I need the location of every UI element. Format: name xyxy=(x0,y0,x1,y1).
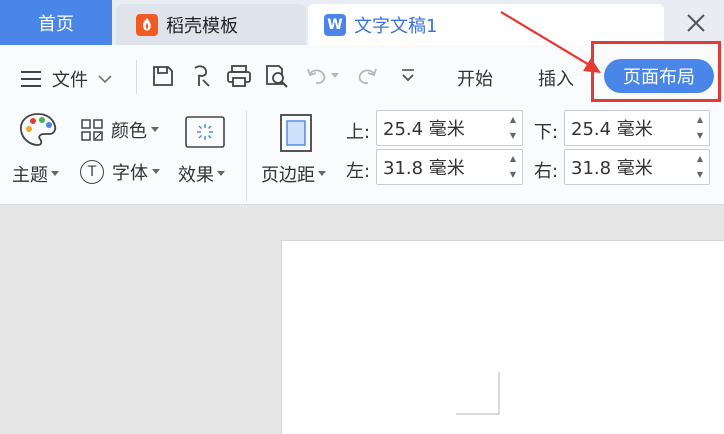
right-margin-label: 右: xyxy=(534,161,559,182)
export-icon xyxy=(194,65,210,87)
font-circle-icon: T xyxy=(80,160,104,184)
page-margin-icon xyxy=(280,114,312,152)
margin-dropdown[interactable]: 页边距 xyxy=(261,161,326,187)
undo-icon xyxy=(307,68,326,85)
caret-down-icon xyxy=(318,171,326,176)
spin-up-icon[interactable]: ▲ xyxy=(697,154,703,164)
tab-document[interactable]: W 文字文稿1 xyxy=(308,4,664,45)
top-margin-input[interactable]: 25.4 毫米 ▲ ▼ xyxy=(376,110,523,146)
save-icon xyxy=(153,66,173,86)
undo-button[interactable] xyxy=(306,65,339,87)
caret-down-icon xyxy=(51,171,59,176)
close-icon xyxy=(687,14,705,32)
effect-label: 效果 xyxy=(178,165,214,186)
effect-dropdown[interactable]: 效果 xyxy=(178,161,225,187)
bottom-margin-label: 下: xyxy=(534,122,559,143)
output-pdf-button[interactable] xyxy=(189,64,215,92)
tab-template-label: 稻壳模板 xyxy=(166,15,238,37)
file-menu-button[interactable]: 文件 xyxy=(20,66,112,92)
theme-dropdown[interactable]: 主题 xyxy=(12,161,59,187)
left-margin-input[interactable]: 31.8 毫米 ▲ ▼ xyxy=(376,149,523,185)
tab-home[interactable]: 首页 xyxy=(0,0,112,45)
top-margin-label: 上: xyxy=(346,122,371,143)
color-grid-icon xyxy=(81,119,103,141)
bottom-margin-value: 25.4 毫米 xyxy=(571,119,653,140)
redo-icon xyxy=(358,68,377,85)
top-margin-value: 25.4 毫米 xyxy=(383,119,465,140)
font-scheme-button[interactable]: T 字体 xyxy=(80,159,160,185)
undo-dropdown-icon xyxy=(331,73,339,78)
margin-corner-mark xyxy=(456,372,500,415)
margin-button[interactable] xyxy=(279,113,313,157)
color-label: 颜色 xyxy=(111,121,147,142)
spin-down-icon[interactable]: ▼ xyxy=(510,131,516,141)
left-margin-label: 左: xyxy=(346,161,371,182)
effect-sparkle-icon xyxy=(185,116,225,148)
writer-doc-icon: W xyxy=(324,13,346,36)
caret-down-icon xyxy=(217,171,225,176)
left-margin-value: 31.8 毫米 xyxy=(383,158,465,179)
spin-up-icon[interactable]: ▲ xyxy=(697,115,703,125)
menu-icon xyxy=(21,71,41,87)
color-button[interactable]: 颜色 xyxy=(81,117,159,143)
print-preview-button[interactable] xyxy=(264,64,290,92)
spin-up-icon[interactable]: ▲ xyxy=(510,115,516,125)
ribbon-separator xyxy=(246,110,247,202)
tab-document-label: 文字文稿1 xyxy=(354,15,438,37)
chevron-down-icon xyxy=(402,69,414,82)
redo-button[interactable] xyxy=(356,65,378,91)
close-button[interactable] xyxy=(681,8,711,38)
right-margin-input[interactable]: 31.8 毫米 ▲ ▼ xyxy=(564,149,710,185)
margin-label: 页边距 xyxy=(261,165,315,186)
tab-template[interactable]: 稻壳模板 xyxy=(116,4,306,45)
tab-home-label: 首页 xyxy=(38,13,74,35)
print-preview-icon xyxy=(266,65,288,88)
document-page[interactable] xyxy=(281,240,724,434)
right-margin-value: 31.8 毫米 xyxy=(571,158,653,179)
bottom-margin-input[interactable]: 25.4 毫米 ▲ ▼ xyxy=(564,110,710,146)
caret-down-icon xyxy=(152,169,160,174)
caret-down-icon xyxy=(151,127,159,132)
top-margin-spinner[interactable]: ▲ ▼ xyxy=(508,115,518,141)
customize-toolbar-button[interactable] xyxy=(400,68,416,88)
toolbar-separator xyxy=(136,60,137,94)
file-menu-label: 文件 xyxy=(52,70,88,91)
theme-label: 主题 xyxy=(12,165,48,186)
tab-start[interactable]: 开始 xyxy=(457,65,493,91)
tab-page-layout[interactable]: 页面布局 xyxy=(604,59,714,93)
chevron-down-icon xyxy=(98,75,112,84)
left-margin-spinner[interactable]: ▲ ▼ xyxy=(508,154,518,180)
save-button[interactable] xyxy=(151,64,175,92)
effect-button[interactable] xyxy=(185,116,225,152)
docer-logo-icon xyxy=(136,13,158,36)
bottom-margin-spinner[interactable]: ▲ ▼ xyxy=(695,115,705,141)
right-margin-spinner[interactable]: ▲ ▼ xyxy=(695,154,705,180)
annotation-arrow-icon xyxy=(500,11,601,73)
spin-down-icon[interactable]: ▼ xyxy=(510,170,516,180)
spin-up-icon[interactable]: ▲ xyxy=(510,154,516,164)
spin-down-icon[interactable]: ▼ xyxy=(697,170,703,180)
font-label: 字体 xyxy=(112,163,148,184)
theme-button[interactable] xyxy=(18,112,58,152)
spin-down-icon[interactable]: ▼ xyxy=(697,131,703,141)
print-button[interactable] xyxy=(226,64,252,92)
palette-icon xyxy=(20,113,57,146)
printer-icon xyxy=(227,65,251,87)
